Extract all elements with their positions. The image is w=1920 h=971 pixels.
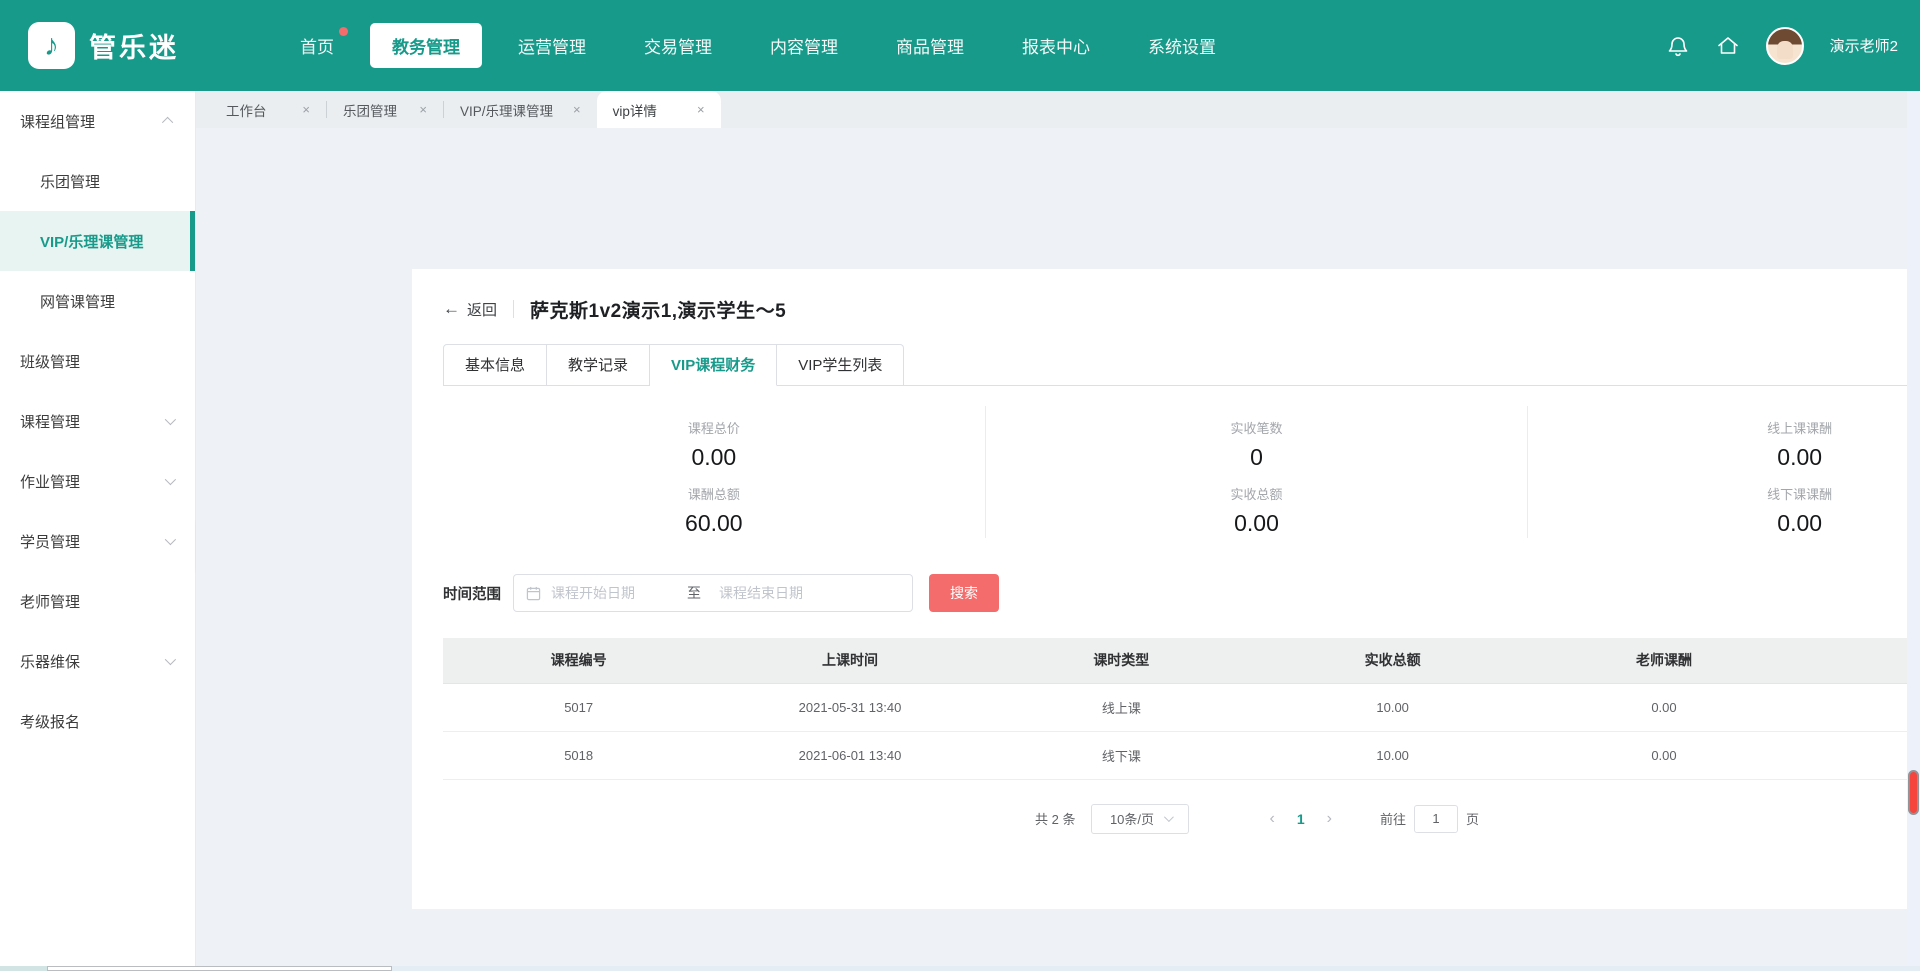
detail-tabs: 基本信息 教学记录 VIP课程财务 VIP学生列表: [443, 344, 1920, 386]
home-icon[interactable]: [1716, 34, 1740, 58]
next-page-button[interactable]: ›: [1321, 810, 1338, 828]
sidebar-item-vip-course[interactable]: VIP/乐理课管理: [0, 211, 195, 271]
sidebar-item-net-course[interactable]: 网管课管理: [0, 271, 195, 331]
top-nav: 首页 教务管理 运营管理 交易管理 内容管理 商品管理 报表中心 系统设置: [271, 23, 1245, 68]
workspace-tabbar: 工作台 × 乐团管理 × VIP/乐理课管理 × vip详情 ×: [196, 91, 1920, 128]
stats-grid: 课程总价 0.00 实收笔数 0 线上课课酬 0.00 课酬总额 60.00 实…: [443, 406, 1920, 538]
nav-item-settings[interactable]: 系统设置: [1126, 23, 1238, 68]
chevron-up-icon: [162, 117, 173, 128]
nav-item-academic[interactable]: 教务管理: [370, 23, 482, 68]
sidebar-item-homework[interactable]: 作业管理: [0, 451, 195, 511]
table-row: 5017 2021-05-31 13:40 线上课 10.00 0.00 未结算: [443, 683, 1920, 731]
workspace-tab-orchestra[interactable]: 乐团管理 ×: [327, 91, 443, 128]
sidebar-item-teacher[interactable]: 老师管理: [0, 571, 195, 631]
back-arrow-icon: ←: [443, 299, 460, 319]
horizontal-scrollbar-corner: [0, 966, 47, 971]
time-range-label: 时间范围: [443, 583, 501, 604]
sidebar: 课程组管理 乐团管理 VIP/乐理课管理 网管课管理 班级管理 课程管理 作业管…: [0, 91, 196, 971]
music-note-icon: ♪: [44, 31, 59, 61]
col-teacher-pay: 老师课酬: [1528, 638, 1799, 683]
back-button[interactable]: ← 返回: [443, 299, 497, 320]
vertical-scrollbar-thumb[interactable]: [1908, 770, 1919, 815]
close-icon[interactable]: ×: [419, 102, 427, 117]
col-course-no: 课程编号: [443, 638, 714, 683]
col-class-type: 课时类型: [986, 638, 1257, 683]
avatar[interactable]: [1766, 27, 1804, 65]
sidebar-item-student[interactable]: 学员管理: [0, 511, 195, 571]
nav-item-home[interactable]: 首页: [278, 23, 356, 68]
close-icon[interactable]: ×: [573, 102, 581, 117]
brand-name: 管乐迷: [89, 26, 179, 65]
bell-icon[interactable]: [1666, 34, 1690, 58]
col-settle-status: 结算状态: [1800, 638, 1920, 683]
horizontal-scrollbar-thumb[interactable]: [47, 966, 392, 971]
nav-item-operation[interactable]: 运营管理: [496, 23, 608, 68]
sidebar-item-course-group[interactable]: 课程组管理: [0, 91, 195, 151]
total-count: 共 2 条: [1035, 809, 1075, 828]
chevron-down-icon: [165, 474, 176, 485]
close-icon[interactable]: ×: [697, 102, 705, 117]
app-logo[interactable]: ♪: [28, 22, 75, 69]
stat-received-total: 实收总额 0.00: [986, 472, 1529, 538]
search-button[interactable]: 搜索: [929, 574, 999, 612]
stat-online-pay: 线上课课酬 0.00: [1528, 406, 1920, 472]
tab-vip-students[interactable]: VIP学生列表: [777, 344, 904, 386]
goto-page-input[interactable]: [1414, 805, 1458, 833]
range-separator: 至: [687, 583, 701, 603]
stat-pay-total: 课酬总额 60.00: [443, 472, 986, 538]
finance-table: 课程编号 上课时间 课时类型 实收总额 老师课酬 结算状态 5017 2021-…: [443, 638, 1920, 780]
workspace-tab-vip-course[interactable]: VIP/乐理课管理 ×: [444, 91, 597, 128]
stat-offline-pay: 线下课课酬 0.00: [1528, 472, 1920, 538]
table-row: 5018 2021-06-01 13:40 线下课 10.00 0.00 未结算: [443, 731, 1920, 779]
page-unit-label: 页: [1466, 809, 1479, 828]
sidebar-item-orchestra[interactable]: 乐团管理: [0, 151, 195, 211]
pagination: 共 2 条 10条/页 ‹ 1 › 前往 页: [443, 804, 1920, 834]
sidebar-item-exam[interactable]: 考级报名: [0, 691, 195, 751]
prev-page-button[interactable]: ‹: [1263, 810, 1280, 828]
sidebar-item-course[interactable]: 课程管理: [0, 391, 195, 451]
workspace-tab-vip-detail[interactable]: vip详情 ×: [597, 91, 721, 128]
user-name[interactable]: 演示老师2: [1830, 35, 1898, 56]
page-background: ← 返回 萨克斯1v2演示1,演示学生～5 基本信息 教学记录 VIP课程财务 …: [196, 128, 1920, 971]
calendar-icon: [526, 586, 541, 601]
workspace-tab-workbench[interactable]: 工作台 ×: [210, 91, 326, 128]
stat-course-total-price: 课程总价 0.00: [443, 406, 986, 472]
stat-received-count: 实收笔数 0: [986, 406, 1529, 472]
start-date-input[interactable]: [551, 585, 679, 601]
tab-vip-finance[interactable]: VIP课程财务: [650, 344, 777, 386]
chevron-down-icon: [165, 414, 176, 425]
goto-label: 前往: [1380, 809, 1406, 828]
title-divider: [513, 300, 514, 318]
chevron-down-icon: [165, 534, 176, 545]
app-header: ♪ 管乐迷 首页 教务管理 运营管理 交易管理 内容管理 商品管理 报表中心 系…: [0, 0, 1920, 91]
end-date-input[interactable]: [719, 585, 847, 601]
date-range-picker[interactable]: 至: [513, 574, 913, 612]
sidebar-item-instrument[interactable]: 乐器维保: [0, 631, 195, 691]
chevron-down-icon: [1164, 812, 1174, 822]
close-icon[interactable]: ×: [302, 102, 310, 117]
vertical-scrollbar-track[interactable]: [1907, 91, 1920, 966]
table-header-row: 课程编号 上课时间 课时类型 实收总额 老师课酬 结算状态: [443, 638, 1920, 683]
nav-item-report[interactable]: 报表中心: [1000, 23, 1112, 68]
sidebar-item-class[interactable]: 班级管理: [0, 331, 195, 391]
current-page[interactable]: 1: [1297, 811, 1305, 827]
nav-item-content[interactable]: 内容管理: [748, 23, 860, 68]
tab-basic-info[interactable]: 基本信息: [443, 344, 547, 386]
filter-row: 时间范围 至 搜索: [443, 574, 1920, 612]
tab-teaching-record[interactable]: 教学记录: [547, 344, 650, 386]
nav-item-goods[interactable]: 商品管理: [874, 23, 986, 68]
nav-item-trade[interactable]: 交易管理: [622, 23, 734, 68]
header-right: 演示老师2: [1666, 27, 1920, 65]
col-received-total: 实收总额: [1257, 638, 1528, 683]
page-title: 萨克斯1v2演示1,演示学生～5: [530, 296, 786, 323]
title-row: ← 返回 萨克斯1v2演示1,演示学生～5: [443, 296, 1920, 322]
notification-dot: [339, 27, 348, 36]
chevron-down-icon: [165, 654, 176, 665]
detail-card: ← 返回 萨克斯1v2演示1,演示学生～5 基本信息 教学记录 VIP课程财务 …: [412, 269, 1920, 909]
page-size-select[interactable]: 10条/页: [1091, 804, 1189, 834]
col-class-time: 上课时间: [714, 638, 985, 683]
